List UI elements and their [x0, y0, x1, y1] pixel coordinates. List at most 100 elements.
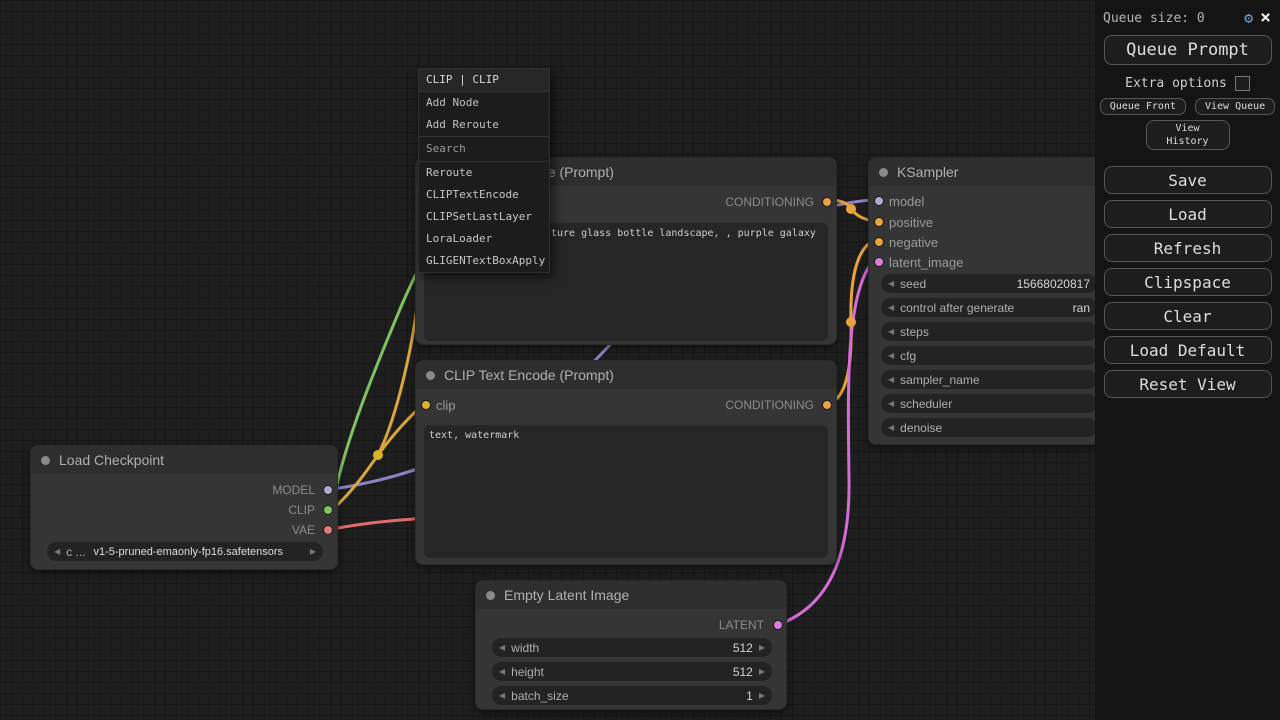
node-clip-text-encode-2[interactable]: CLIP Text Encode (Prompt) clip CONDITION…: [415, 360, 837, 565]
input-label-negative: negative: [889, 235, 938, 250]
control-after-generate-widget[interactable]: ◀ control after generate ran: [881, 298, 1097, 317]
cfg-widget[interactable]: ◀ cfg: [881, 346, 1097, 365]
decrement-arrow-icon[interactable]: ◀: [888, 303, 894, 312]
batch-size-widget[interactable]: ◀ batch_size 1 ▶: [492, 686, 772, 705]
widget-label: c ...: [66, 545, 85, 559]
scheduler-widget[interactable]: ◀ scheduler: [881, 394, 1097, 413]
link-midpoint-dot[interactable]: [373, 450, 383, 460]
decrement-arrow-icon[interactable]: ◀: [499, 667, 505, 676]
widget-value: 512: [733, 665, 753, 679]
decrement-arrow-icon[interactable]: ◀: [54, 547, 60, 556]
increment-arrow-icon[interactable]: ▶: [310, 547, 316, 556]
sampler-name-widget[interactable]: ◀ sampler_name: [881, 370, 1097, 389]
widget-value: 1: [746, 689, 753, 703]
denoise-widget[interactable]: ◀ denoise: [881, 418, 1097, 437]
node-title: KSampler: [897, 164, 958, 180]
decrement-arrow-icon[interactable]: ◀: [888, 423, 894, 432]
collapse-dot-icon[interactable]: [426, 371, 435, 380]
menu-search-input[interactable]: Search: [419, 136, 549, 162]
link-midpoint-dot[interactable]: [846, 317, 856, 327]
output-label-clip: CLIP: [288, 503, 315, 517]
queue-actions-row: Queue Front View Queue: [1095, 98, 1280, 115]
seed-widget[interactable]: ◀ seed 15668020817: [881, 274, 1097, 293]
output-socket-conditioning[interactable]: [822, 400, 832, 410]
clear-button[interactable]: Clear: [1104, 302, 1272, 330]
load-default-button[interactable]: Load Default: [1104, 336, 1272, 364]
collapse-dot-icon[interactable]: [879, 168, 888, 177]
widget-label: height: [511, 665, 544, 679]
decrement-arrow-icon[interactable]: ◀: [888, 327, 894, 336]
output-socket-latent[interactable]: [773, 620, 783, 630]
node-title-bar[interactable]: CLIP Text Encode (Prompt): [416, 361, 836, 389]
widget-value: 15668020817: [1017, 277, 1090, 291]
node-title-bar[interactable]: KSampler: [869, 158, 1107, 186]
output-socket-vae[interactable]: [323, 525, 333, 535]
settings-gear-icon[interactable]: ⚙: [1244, 9, 1253, 27]
increment-arrow-icon[interactable]: ▶: [759, 691, 765, 700]
output-socket-conditioning[interactable]: [822, 197, 832, 207]
view-queue-button[interactable]: View Queue: [1195, 98, 1275, 115]
increment-arrow-icon[interactable]: ▶: [759, 667, 765, 676]
input-socket-positive[interactable]: [874, 217, 884, 227]
extra-options-label: Extra options: [1125, 76, 1227, 91]
input-socket-latent-image[interactable]: [874, 257, 884, 267]
comfyui-window: CLIP Text Encode (Prompt) CONDITIONING t…: [0, 0, 1280, 720]
output-label-conditioning: CONDITIONING: [725, 398, 814, 412]
decrement-arrow-icon[interactable]: ◀: [888, 375, 894, 384]
widget-label: steps: [900, 325, 929, 339]
clipspace-button[interactable]: Clipspace: [1104, 268, 1272, 296]
menu-item-add-node[interactable]: Add Node: [419, 92, 549, 114]
save-button[interactable]: Save: [1104, 166, 1272, 194]
prompt-text: text, watermark: [429, 430, 519, 441]
view-history-button[interactable]: View History: [1146, 120, 1230, 150]
output-socket-model[interactable]: [323, 485, 333, 495]
extra-options-checkbox[interactable]: [1235, 76, 1250, 91]
widget-label: control after generate: [900, 301, 1014, 315]
widget-label: width: [511, 641, 539, 655]
menu-item-clipsetlastlayer[interactable]: CLIPSetLastLayer: [419, 206, 549, 228]
input-label-model: model: [889, 194, 924, 209]
menu-item-loraloader[interactable]: LoraLoader: [419, 228, 549, 250]
queue-prompt-button[interactable]: Queue Prompt: [1104, 35, 1272, 65]
input-socket-model[interactable]: [874, 196, 884, 206]
graph-canvas[interactable]: CLIP Text Encode (Prompt) CONDITIONING t…: [0, 0, 1280, 720]
comfy-menu-panel: Queue size: 0 ⚙ × Queue Prompt Extra opt…: [1095, 0, 1280, 720]
input-label-positive: positive: [889, 215, 933, 230]
input-socket-negative[interactable]: [874, 237, 884, 247]
input-label-clip: clip: [436, 398, 456, 413]
link-midpoint-dot[interactable]: [846, 204, 856, 214]
ckpt-name-combo-widget[interactable]: ◀ c ... v1-5-pruned-emaonly-fp16.safeten…: [47, 542, 323, 561]
output-label-vae: VAE: [292, 523, 315, 537]
output-socket-clip[interactable]: [323, 505, 333, 515]
widget-label: denoise: [900, 421, 942, 435]
menu-item-add-reroute[interactable]: Add Reroute: [419, 114, 549, 136]
height-widget[interactable]: ◀ height 512 ▶: [492, 662, 772, 681]
refresh-button[interactable]: Refresh: [1104, 234, 1272, 262]
close-menu-icon[interactable]: ×: [1260, 11, 1271, 25]
decrement-arrow-icon[interactable]: ◀: [888, 279, 894, 288]
decrement-arrow-icon[interactable]: ◀: [499, 643, 505, 652]
node-load-checkpoint[interactable]: Load Checkpoint MODEL CLIP VAE ◀ c ... v…: [30, 445, 338, 570]
queue-front-button[interactable]: Queue Front: [1100, 98, 1186, 115]
menu-item-reroute[interactable]: Reroute: [419, 162, 549, 184]
collapse-dot-icon[interactable]: [486, 591, 495, 600]
collapse-dot-icon[interactable]: [41, 456, 50, 465]
steps-widget[interactable]: ◀ steps: [881, 322, 1097, 341]
menu-item-cliptextencode[interactable]: CLIPTextEncode: [419, 184, 549, 206]
decrement-arrow-icon[interactable]: ◀: [888, 399, 894, 408]
increment-arrow-icon[interactable]: ▶: [759, 643, 765, 652]
node-title: CLIP Text Encode (Prompt): [444, 367, 614, 383]
width-widget[interactable]: ◀ width 512 ▶: [492, 638, 772, 657]
node-empty-latent-image[interactable]: Empty Latent Image LATENT ◀ width 512 ▶ …: [475, 580, 787, 710]
reset-view-button[interactable]: Reset View: [1104, 370, 1272, 398]
main-buttons: Save Load Refresh Clipspace Clear Load D…: [1095, 166, 1280, 398]
node-ksampler[interactable]: KSampler model positive negative latent_…: [868, 157, 1108, 445]
decrement-arrow-icon[interactable]: ◀: [499, 691, 505, 700]
input-socket-clip[interactable]: [421, 400, 431, 410]
node-title-bar[interactable]: Empty Latent Image: [476, 581, 786, 609]
menu-item-gligentextboxapply[interactable]: GLIGENTextBoxApply: [419, 250, 549, 272]
prompt-textarea[interactable]: text, watermark: [424, 425, 828, 558]
decrement-arrow-icon[interactable]: ◀: [888, 351, 894, 360]
node-title-bar[interactable]: Load Checkpoint: [31, 446, 337, 474]
load-button[interactable]: Load: [1104, 200, 1272, 228]
